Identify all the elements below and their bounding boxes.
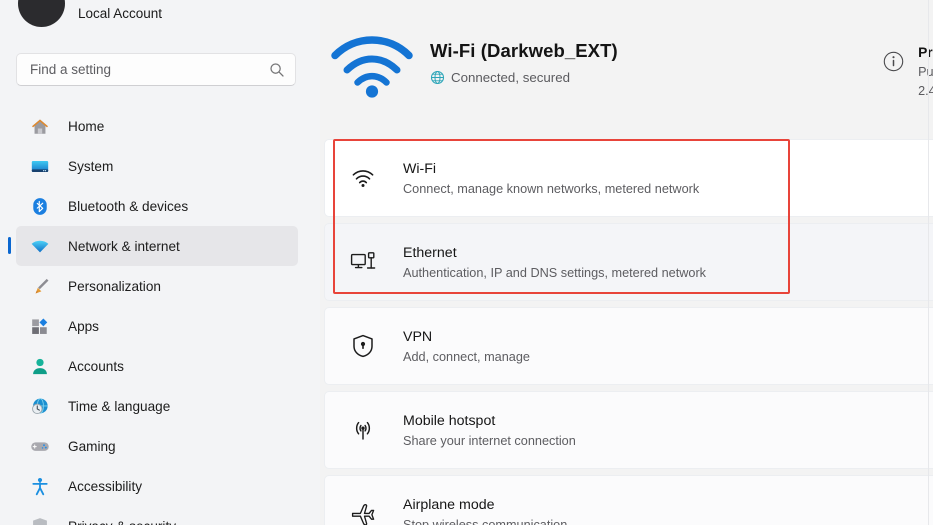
card-title: Airplane mode bbox=[403, 496, 495, 513]
settings-card-ethernet[interactable]: Ethernet Authentication, IP and DNS sett… bbox=[324, 223, 933, 301]
globe-icon bbox=[430, 70, 445, 85]
sidebar-item-system[interactable]: System bbox=[16, 146, 298, 186]
connection-status-text: Connected, secured bbox=[451, 70, 571, 85]
hero-text-block: Wi-Fi (Darkweb_EXT) Connected, secured bbox=[430, 26, 618, 85]
display-icon bbox=[30, 156, 50, 176]
wifi-icon bbox=[30, 236, 50, 256]
page-title: Wi-Fi (Darkweb_EXT) bbox=[430, 40, 618, 61]
search-container[interactable] bbox=[16, 53, 296, 86]
sidebar-item-label: Privacy & security bbox=[68, 519, 176, 525]
sidebar-item-label: Personalization bbox=[68, 278, 161, 294]
sidebar-item-accessibility[interactable]: Accessibility bbox=[16, 466, 298, 506]
card-text-block: Wi-Fi Connect, manage known networks, me… bbox=[403, 161, 699, 196]
sidebar-item-personalization[interactable]: Personalization bbox=[16, 266, 298, 306]
account-row[interactable]: Local Account bbox=[0, 0, 320, 28]
sidebar-item-label: Accounts bbox=[68, 358, 124, 374]
network-properties[interactable]: Properti Public ne 2.4 GHz bbox=[883, 45, 933, 98]
bluetooth-icon bbox=[30, 196, 50, 216]
sidebar-item-label: Home bbox=[68, 118, 105, 134]
sidebar-item-accounts[interactable]: Accounts bbox=[16, 346, 298, 386]
sidebar-item-label: Time & language bbox=[68, 398, 171, 414]
card-text-block: Ethernet Authentication, IP and DNS sett… bbox=[403, 245, 706, 280]
settings-window: Local Account Find a setting Home System… bbox=[0, 0, 933, 525]
sidebar-item-label: Accessibility bbox=[68, 478, 143, 494]
sidebar-item-privacy-security[interactable]: Privacy & security bbox=[16, 506, 298, 525]
connection-status: Connected, secured bbox=[430, 70, 618, 85]
apps-icon bbox=[30, 316, 50, 336]
hotspot-icon bbox=[350, 417, 376, 443]
wifi-signal-icon bbox=[326, 26, 418, 98]
settings-card-airplane-mode[interactable]: Airplane mode Stop wireless communicatio… bbox=[324, 475, 933, 525]
sidebar-item-label: Bluetooth & devices bbox=[68, 198, 189, 214]
sidebar-item-bluetooth-devices[interactable]: Bluetooth & devices bbox=[16, 186, 298, 226]
vpn-shield-icon bbox=[350, 333, 376, 359]
clock-globe-icon bbox=[30, 396, 50, 416]
paintbrush-icon bbox=[30, 276, 50, 296]
gamepad-icon bbox=[30, 436, 50, 456]
card-description: Stop wireless communication bbox=[403, 517, 568, 525]
sidebar-item-network-internet[interactable]: Network & internet bbox=[8, 226, 298, 266]
sidebar-item-label: Gaming bbox=[68, 438, 116, 454]
settings-card-mobile-hotspot[interactable]: Mobile hotspot Share your internet conne… bbox=[324, 391, 933, 469]
settings-card-vpn[interactable]: VPN Add, connect, manage bbox=[324, 307, 933, 385]
home-icon bbox=[30, 116, 50, 136]
search-box[interactable] bbox=[16, 53, 296, 86]
properties-text-block: Properti Public ne 2.4 GHz bbox=[918, 45, 933, 98]
card-description: Share your internet connection bbox=[403, 433, 576, 448]
content-right-divider bbox=[928, 0, 929, 525]
accessibility-icon bbox=[30, 476, 50, 496]
main-content: Wi-Fi (Darkweb_EXT) Connected, secured P… bbox=[320, 0, 933, 525]
card-text-block: Airplane mode Stop wireless communicatio… bbox=[403, 497, 567, 525]
settings-card-list: Wi-Fi Connect, manage known networks, me… bbox=[324, 139, 933, 525]
shield-icon bbox=[30, 516, 50, 525]
airplane-icon bbox=[350, 501, 376, 525]
avatar[interactable] bbox=[18, 0, 65, 27]
search-input[interactable] bbox=[30, 62, 269, 77]
card-description: Add, connect, manage bbox=[403, 349, 530, 364]
card-text-block: Mobile hotspot Share your internet conne… bbox=[403, 413, 576, 448]
settings-card-wifi[interactable]: Wi-Fi Connect, manage known networks, me… bbox=[324, 139, 933, 217]
sidebar-item-label: System bbox=[68, 158, 114, 174]
card-description: Authentication, IP and DNS settings, met… bbox=[403, 265, 707, 280]
properties-network-type: Public ne bbox=[918, 65, 933, 79]
sidebar-item-label: Apps bbox=[68, 318, 99, 334]
sidebar-item-gaming[interactable]: Gaming bbox=[16, 426, 298, 466]
card-text-block: VPN Add, connect, manage bbox=[403, 329, 530, 364]
sidebar-item-label: Network & internet bbox=[68, 238, 180, 254]
card-description: Connect, manage known networks, metered … bbox=[403, 181, 700, 196]
sidebar-nav-list: Home System Bluetooth & devices Network … bbox=[0, 106, 320, 525]
search-icon[interactable] bbox=[269, 62, 285, 78]
sidebar-item-home[interactable]: Home bbox=[16, 106, 298, 146]
info-circle-icon bbox=[883, 51, 904, 72]
card-title: Mobile hotspot bbox=[403, 412, 496, 429]
card-title: Ethernet bbox=[403, 244, 457, 261]
ethernet-icon bbox=[350, 249, 376, 275]
card-title: Wi-Fi bbox=[403, 160, 437, 177]
properties-band: 2.4 GHz bbox=[918, 84, 933, 98]
wifi-icon bbox=[350, 165, 376, 191]
sidebar-item-time-language[interactable]: Time & language bbox=[16, 386, 298, 426]
account-name: Local Account bbox=[78, 5, 163, 21]
navigation-sidebar: Local Account Find a setting Home System… bbox=[0, 0, 320, 525]
card-title: VPN bbox=[403, 328, 433, 345]
person-icon bbox=[30, 356, 50, 376]
sidebar-item-apps[interactable]: Apps bbox=[16, 306, 298, 346]
properties-title: Properti bbox=[918, 45, 933, 60]
network-hero: Wi-Fi (Darkweb_EXT) Connected, secured bbox=[326, 26, 933, 98]
